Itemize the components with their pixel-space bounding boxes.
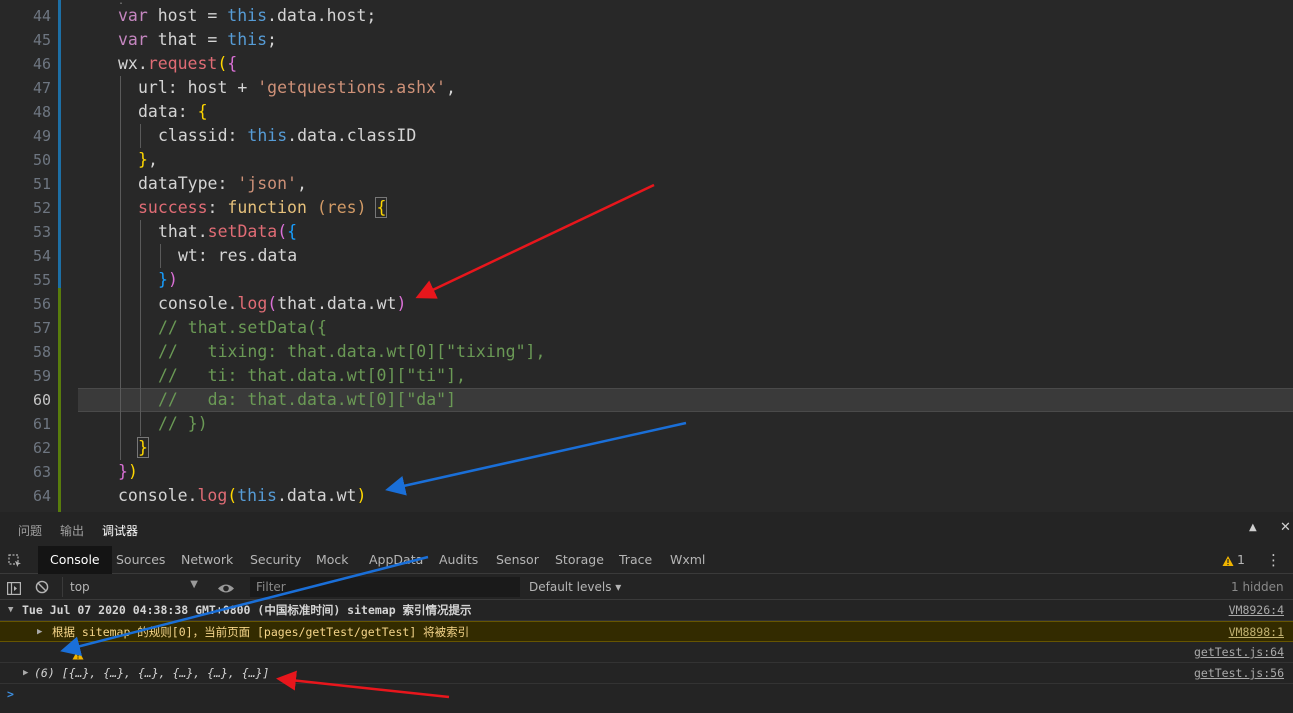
- chevron-down-icon: ▼: [190, 579, 198, 590]
- console-prompt[interactable]: >: [7, 684, 14, 704]
- clear-console-icon[interactable]: [35, 579, 49, 598]
- tab-storage[interactable]: Storage: [555, 546, 604, 574]
- console-warning-row[interactable]: ▶ 根据 sitemap 的规则[0]，当前页面 [pages/getTest/…: [0, 621, 1293, 660]
- line-number: 55: [32, 271, 51, 289]
- line-number: 47: [32, 79, 51, 97]
- log-levels-select[interactable]: Default levels ▾: [529, 574, 621, 600]
- tab-network[interactable]: Network: [181, 546, 233, 574]
- line-number: 51: [32, 175, 51, 193]
- context-select[interactable]: top ▼: [62, 577, 202, 597]
- eye-icon[interactable]: [217, 580, 235, 599]
- code-line[interactable]: 46 wx.request({: [0, 52, 1293, 76]
- code-line[interactable]: 53 that.setData({: [0, 220, 1293, 244]
- code-line[interactable]: 59 // ti: that.data.wt[0]["ti"],: [0, 364, 1293, 388]
- line-number: 58: [32, 343, 51, 361]
- console-log-row[interactable]: ▶ (6) [{…}, {…}, {…}, {…}, {…}, {…}] get…: [0, 663, 1293, 684]
- source-link[interactable]: getTest.js:64: [1194, 642, 1284, 662]
- line-number: 45: [32, 31, 51, 49]
- line-number: 53: [32, 223, 51, 241]
- code-line[interactable]: 64 console.log(this.data.wt): [0, 484, 1293, 508]
- devtools-tabs: Console Sources Network Security Mock Ap…: [0, 546, 1293, 574]
- tab-mock[interactable]: Mock: [316, 546, 349, 574]
- warning-icon[interactable]: [1222, 552, 1234, 571]
- code-line[interactable]: 62 }: [0, 436, 1293, 460]
- line-number: 46: [32, 55, 51, 73]
- context-value: top: [70, 580, 90, 594]
- collapse-triangle-icon[interactable]: ▶: [23, 663, 28, 683]
- filter-placeholder: Filter: [256, 580, 286, 594]
- bottom-panel: 问题 输出 调试器 ▲ ✕ Console Sources Network Se…: [0, 512, 1293, 713]
- console-prompt-row[interactable]: >: [0, 684, 1293, 705]
- code-editor[interactable]: 44 var host = this.data.host; 45 var tha…: [0, 0, 1293, 512]
- code-line[interactable]: 57 // that.setData({: [0, 316, 1293, 340]
- line-number: 61: [32, 415, 51, 433]
- collapse-triangle-icon[interactable]: ▶: [37, 622, 42, 642]
- inspect-element-icon[interactable]: [8, 553, 22, 567]
- line-number: 59: [32, 367, 51, 385]
- console-group-header[interactable]: ▼ Tue Jul 07 2020 04:38:38 GMT+0800 (中国标…: [0, 600, 1293, 621]
- tab-debugger[interactable]: 调试器: [102, 522, 139, 548]
- console-output: ▼ Tue Jul 07 2020 04:38:38 GMT+0800 (中国标…: [0, 600, 1293, 713]
- line-number: 49: [32, 127, 51, 145]
- tab-sources[interactable]: Sources: [116, 546, 165, 574]
- code-line[interactable]: 51 dataType: 'json',: [0, 172, 1293, 196]
- close-panel-icon[interactable]: ✕: [1280, 520, 1291, 535]
- array-preview[interactable]: (6) [{…}, {…}, {…}, {…}, {…}, {…}]: [34, 663, 269, 683]
- tab-wxml[interactable]: Wxml: [670, 546, 705, 574]
- code-line[interactable]: 48 data: {: [0, 100, 1293, 124]
- line-number: 52: [32, 199, 51, 217]
- sidebar-toggle-icon[interactable]: [7, 580, 22, 599]
- warning-text: 根据 sitemap 的规则[0]，当前页面 [pages/getTest/ge…: [52, 625, 470, 639]
- tab-audits[interactable]: Audits: [439, 546, 478, 574]
- filter-input[interactable]: Filter: [250, 577, 520, 597]
- line-number: 54: [32, 247, 51, 265]
- line-number: 63: [32, 463, 51, 481]
- code-line[interactable]: 49 classid: this.data.classID: [0, 124, 1293, 148]
- warning-count[interactable]: 1: [1237, 546, 1245, 574]
- line-number: 62: [32, 439, 51, 457]
- tab-security[interactable]: Security: [250, 546, 301, 574]
- code-line[interactable]: 55 }): [0, 268, 1293, 292]
- console-log-row[interactable]: getTest.js:64: [0, 642, 1293, 663]
- tab-trace[interactable]: Trace: [619, 546, 652, 574]
- code-line[interactable]: 61 // }): [0, 412, 1293, 436]
- group-header-text: Tue Jul 07 2020 04:38:38 GMT+0800 (中国标准时…: [22, 603, 472, 617]
- panel-tabs: 问题 输出 调试器 ▲ ✕: [0, 512, 1293, 548]
- line-number: 56: [32, 295, 51, 313]
- source-link[interactable]: VM8926:4: [1229, 600, 1284, 620]
- line-number: 44: [32, 7, 51, 25]
- hidden-count: 1 hidden: [1231, 580, 1284, 594]
- code-overflow-glyph: .: [118, 0, 125, 7]
- code-line[interactable]: 50 },: [0, 148, 1293, 172]
- code-line[interactable]: 45 var that = this;: [0, 28, 1293, 52]
- source-link[interactable]: VM8898:1: [1229, 622, 1284, 642]
- code-line[interactable]: 56 console.log(that.data.wt): [0, 292, 1293, 316]
- line-number: 60: [32, 391, 51, 409]
- tab-problems[interactable]: 问题: [18, 522, 42, 539]
- code-line[interactable]: 63 }): [0, 460, 1293, 484]
- code-line[interactable]: 54 wt: res.data: [0, 244, 1293, 268]
- source-link[interactable]: getTest.js:56: [1194, 663, 1284, 683]
- more-options-icon[interactable]: ⋮: [1266, 546, 1281, 574]
- tab-sensor[interactable]: Sensor: [496, 546, 539, 574]
- expand-triangle-icon[interactable]: ▼: [8, 600, 13, 620]
- code-line-current[interactable]: 60 // da: that.data.wt[0]["da"]: [0, 388, 1293, 412]
- console-filter-bar: top ▼ Filter Default levels ▾ 1 hidden: [0, 574, 1293, 600]
- code-line[interactable]: 58 // tixing: that.data.wt[0]["tixing"],: [0, 340, 1293, 364]
- code-line[interactable]: 47 url: host + 'getquestions.ashx',: [0, 76, 1293, 100]
- line-number: 50: [32, 151, 51, 169]
- tab-appdata[interactable]: AppData: [369, 546, 423, 574]
- line-number: 57: [32, 319, 51, 337]
- line-number: 64: [32, 487, 51, 505]
- tab-output[interactable]: 输出: [60, 522, 84, 539]
- tab-console[interactable]: Console: [38, 546, 112, 574]
- line-number: 48: [32, 103, 51, 121]
- maximize-panel-icon[interactable]: ▲: [1249, 522, 1257, 533]
- code-line[interactable]: 52 success: function (res) {: [0, 196, 1293, 220]
- code-line[interactable]: 44 var host = this.data.host;: [0, 4, 1293, 28]
